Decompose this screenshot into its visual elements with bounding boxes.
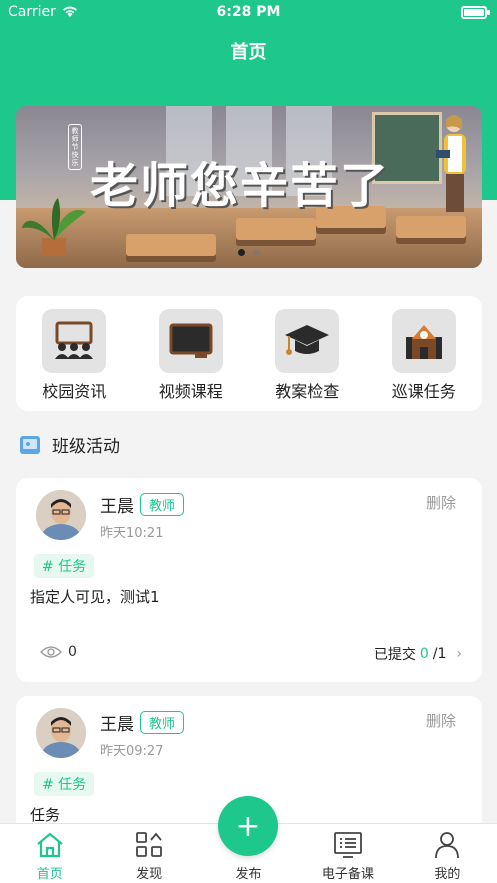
carousel-indicator (16, 249, 482, 256)
menu-label: 巡课任务 (391, 382, 456, 401)
carousel-dot[interactable] (238, 249, 245, 256)
submission-status[interactable]: 已提交 0/1 › (374, 644, 462, 664)
submitted-label: 已提交 (373, 647, 416, 663)
post-content: 指定人可见，测试1 (30, 588, 160, 606)
tab-profile[interactable]: 我的 (398, 824, 497, 883)
activity-icon (20, 435, 40, 454)
banner-headline: 老师您辛苦了 (90, 158, 391, 214)
home-icon (35, 830, 65, 860)
menu-item-patrol-tasks[interactable]: 巡课任务 (366, 296, 483, 411)
avatar[interactable] (36, 708, 86, 758)
carousel-dot[interactable] (253, 249, 260, 256)
blackboard-icon (158, 309, 223, 373)
eye-icon (40, 646, 62, 658)
post-author: 王晨 教师 (100, 492, 185, 517)
submitted-total: /1 (432, 646, 447, 662)
banner-small-text: 教师节快乐 (68, 124, 82, 170)
views-value: 0 (68, 644, 77, 660)
delete-button[interactable]: 删除 (426, 492, 456, 513)
role-badge: 教师 (140, 711, 185, 734)
submitted-count: 0 (419, 646, 429, 662)
role-badge: 教师 (140, 493, 185, 516)
teacher-illustration (436, 115, 466, 212)
section-title: 班级活动 (52, 437, 120, 457)
lesson-plan-icon (333, 830, 363, 860)
delete-button[interactable]: 删除 (426, 710, 456, 731)
author-name: 王晨 (100, 715, 134, 735)
post-content: 任务 (30, 806, 61, 824)
menu-item-campus-news[interactable]: 校园资讯 (16, 296, 133, 411)
classroom-icon (42, 309, 107, 373)
profile-icon (432, 830, 462, 860)
status-bar: Carrier 6:28 PM (0, 0, 497, 26)
menu-label: 校园资讯 (42, 382, 107, 401)
section-header: 班级活动 (20, 432, 120, 457)
post-author: 王晨 教师 (100, 710, 185, 735)
tab-label: 发现 (136, 867, 163, 882)
view-count: 0 (40, 644, 77, 660)
post-tag[interactable]: # 任务 (34, 772, 95, 796)
menu-item-lesson-check[interactable]: 教案检查 (249, 296, 366, 411)
tab-discover[interactable]: 发现 (99, 824, 198, 883)
graduation-cap-icon (275, 309, 340, 373)
desk-decoration (236, 218, 316, 240)
tab-label: 首页 (36, 867, 63, 882)
tab-lesson-plan[interactable]: 电子备课 (298, 824, 397, 883)
plus-icon: + (235, 808, 261, 844)
tab-label: 我的 (434, 867, 461, 882)
menu-label: 视频课程 (158, 382, 223, 401)
tab-home[interactable]: 首页 (0, 824, 99, 883)
menu-item-video-courses[interactable]: 视频课程 (133, 296, 250, 411)
post-time: 昨天10:21 (100, 526, 164, 541)
status-time: 6:28 PM (216, 4, 281, 20)
avatar[interactable] (36, 490, 86, 540)
page-title: 首页 (230, 42, 267, 63)
post-tag[interactable]: # 任务 (34, 554, 95, 578)
discover-icon (134, 830, 164, 860)
chevron-right-icon: › (456, 646, 462, 662)
quick-menu: 校园资讯 视频课程 教案检查 巡课任务 (16, 296, 482, 411)
school-building-icon (391, 309, 456, 373)
menu-label: 教案检查 (275, 382, 340, 401)
publish-button[interactable]: + (218, 796, 278, 856)
battery-icon (461, 6, 490, 19)
author-name: 王晨 (100, 497, 134, 517)
tab-label: 发布 (235, 867, 262, 882)
tab-label: 电子备课 (321, 867, 374, 882)
post-time: 昨天09:27 (100, 744, 164, 759)
banner-carousel[interactable]: 教师节快乐 老师您辛苦了 (16, 106, 482, 268)
activity-post[interactable]: 王晨 教师 昨天10:21 删除 # 任务 指定人可见，测试1 0 已提交 0/… (16, 478, 482, 682)
